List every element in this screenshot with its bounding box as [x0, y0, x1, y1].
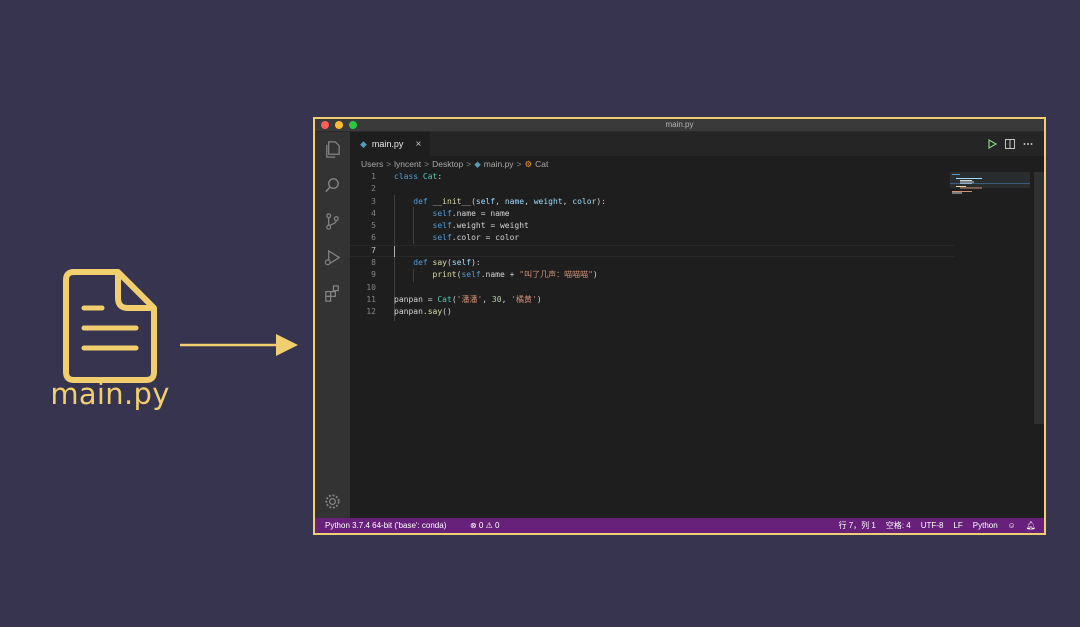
code-line-current: 7 [350, 244, 954, 258]
file-caption: main.py [50, 377, 170, 411]
encoding-status[interactable]: UTF-8 [921, 518, 944, 533]
title-bar: main.py [315, 119, 1044, 132]
code-line: 2 [371, 184, 376, 194]
code-line: 5 self.weight = weight [371, 221, 529, 231]
activity-bar [315, 132, 350, 518]
cursor-position-status[interactable]: 行 7，列 1 [839, 518, 876, 533]
more-actions-icon[interactable] [1022, 138, 1034, 150]
extensions-icon[interactable] [323, 284, 342, 303]
tab-bar: ◆ main.py × [350, 132, 1044, 156]
code-line: 4 self.name = name [371, 208, 510, 218]
breadcrumb: Users > lyncent > Desktop > ◆ main.py > ⚙ Cat [361, 159, 549, 169]
split-editor-icon[interactable] [1004, 138, 1016, 150]
tab-label: main.py [371, 139, 404, 149]
breadcrumb-item-users[interactable]: Users [361, 159, 383, 169]
code-line: 10 [366, 282, 376, 292]
python-file-icon: ◆ [474, 159, 481, 169]
python-file-icon: ◆ [360, 138, 367, 149]
files-icon[interactable] [323, 140, 342, 159]
source-control-icon[interactable] [323, 212, 342, 231]
text-cursor [394, 245, 395, 257]
vertical-scrollbar[interactable] [1034, 172, 1044, 424]
eol-status[interactable]: LF [953, 518, 962, 533]
tab-close-icon[interactable]: × [415, 139, 421, 150]
file-document-icon [63, 269, 157, 383]
indentation-status[interactable]: 空格: 4 [886, 518, 911, 533]
breadcrumb-item-main-py[interactable]: main.py [484, 159, 514, 169]
python-interpreter-status[interactable]: Python 3.7.4 64-bit ('base': conda) [325, 518, 446, 533]
window-title: main.py [665, 120, 694, 129]
editor-area: ◆ main.py × Users > lyncent > Desktop > ◆ main.… [350, 132, 1044, 518]
run-debug-icon[interactable] [323, 248, 342, 267]
arrow-right-icon [180, 334, 298, 356]
code-line: 1 class Cat: [371, 172, 443, 181]
class-symbol-icon: ⚙ [524, 159, 533, 169]
search-icon[interactable] [323, 176, 342, 195]
breadcrumb-item-desktop[interactable]: Desktop [432, 159, 463, 169]
status-bar: Python 3.7.4 64-bit ('base': conda) ⊗ 0 … [315, 518, 1044, 533]
code-line: 12 panpan.say() [366, 307, 452, 317]
code-line: 6 self.color = color [371, 233, 520, 243]
code-line: 9 print(self.name + "叫了几声：喵喵喵") [371, 270, 598, 280]
code-editor[interactable]: 1 class Cat: 2 3 def __init__(self, name,… [350, 171, 954, 321]
code-line: 8 def say(self): [371, 258, 481, 268]
editor-window: main.py ◆ main.py × Users > lyncent > De… [313, 117, 1046, 535]
minimap[interactable] [950, 172, 1030, 202]
problems-status[interactable]: ⊗ 0 ⚠ 0 [470, 518, 499, 533]
settings-gear-icon[interactable] [323, 492, 342, 511]
feedback-icon[interactable]: ☺ [1008, 518, 1016, 533]
tab-main-py[interactable]: ◆ main.py × [350, 132, 430, 156]
notifications-bell-icon[interactable]: 🔔︎ [1026, 518, 1036, 533]
run-python-file-icon[interactable] [986, 138, 998, 150]
code-line: 3 def __init__(self, name, weight, color… [371, 196, 606, 206]
code-line: 11 panpan = Cat('潘潘', 30, '橘黄') [366, 294, 542, 304]
language-mode-status[interactable]: Python [973, 518, 998, 533]
breadcrumb-item-cat[interactable]: Cat [535, 159, 548, 169]
breadcrumb-item-lyncent[interactable]: lyncent [394, 159, 421, 169]
